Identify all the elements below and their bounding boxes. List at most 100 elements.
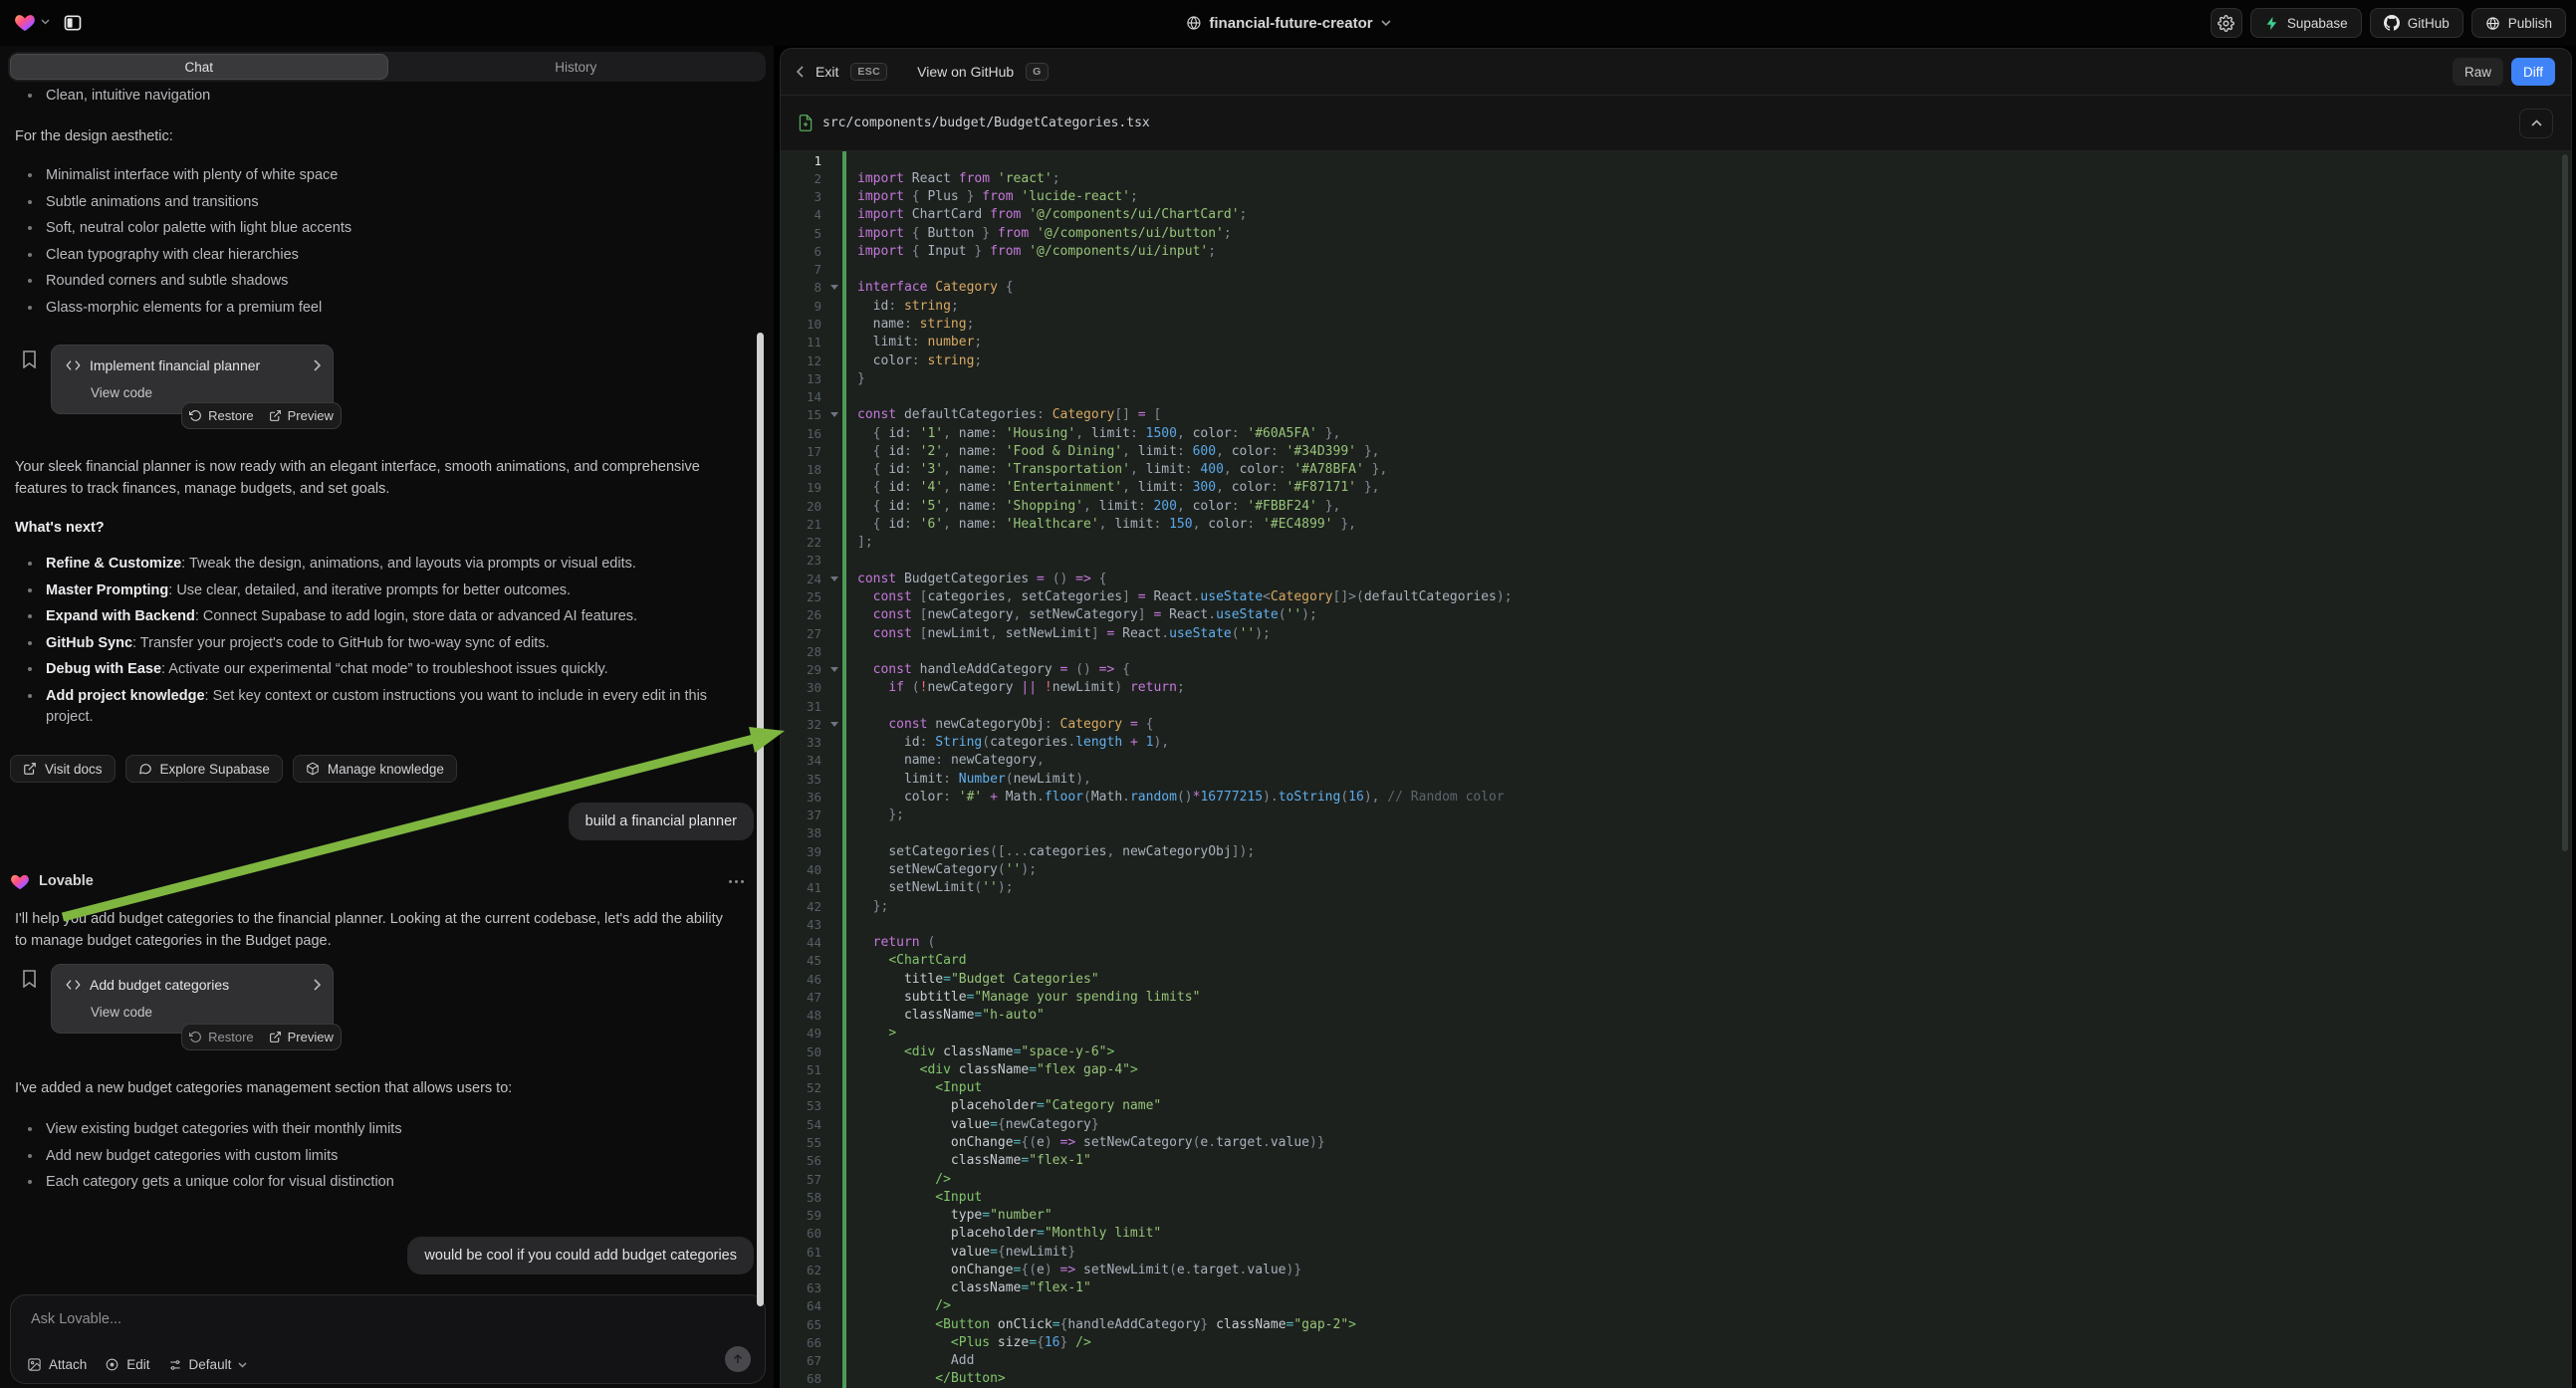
line-number: 60: [781, 1226, 826, 1241]
line-number: 42: [781, 899, 826, 914]
lovable-logo-menu[interactable]: [14, 12, 50, 32]
line-number: 3: [781, 189, 826, 204]
fold-chevron-icon[interactable]: [826, 412, 842, 417]
line-number: 68: [781, 1371, 826, 1386]
line-number: 20: [781, 499, 826, 514]
list-item: Debug with Ease: Activate our experiment…: [28, 659, 725, 681]
assistant-name: Lovable: [39, 873, 94, 889]
line-number: 9: [781, 299, 826, 314]
list-item-text: : Activate our experimental “chat mode” …: [161, 661, 608, 677]
raw-toggle-button[interactable]: Raw: [2453, 58, 2503, 86]
more-options-icon[interactable]: [729, 880, 754, 883]
code-line: 45 <ChartCard: [781, 952, 2571, 970]
code-scrollbar-thumb[interactable]: [2562, 154, 2568, 851]
view-on-github-button[interactable]: View on GitHub: [917, 64, 1014, 80]
target-icon: [105, 1357, 119, 1372]
line-number: 36: [781, 790, 826, 805]
line-number: 57: [781, 1172, 826, 1187]
explore-supabase-button[interactable]: Explore Supabase: [125, 755, 283, 783]
manage-knowledge-button[interactable]: Manage knowledge: [293, 755, 457, 783]
code-text: <div className="space-y-6">: [846, 1044, 1114, 1059]
attach-button[interactable]: Attach: [27, 1357, 87, 1372]
chat-input-box[interactable]: Ask Lovable... Attach Edit Default: [10, 1294, 766, 1384]
list-item: Rounded corners and subtle shadows: [28, 271, 745, 293]
arrow-up-icon: [732, 1353, 744, 1365]
code-text: import ChartCard from '@/components/ui/C…: [846, 207, 1247, 222]
code-text: if (!newCategory || !newLimit) return;: [846, 680, 1185, 695]
code-text: }: [846, 371, 865, 386]
fold-chevron-icon[interactable]: [826, 667, 842, 672]
line-number: 55: [781, 1135, 826, 1150]
line-number: 22: [781, 535, 826, 550]
code-line: 56 className="flex-1": [781, 1152, 2571, 1170]
restore-button[interactable]: Restore: [189, 1030, 254, 1044]
line-number: 64: [781, 1298, 826, 1313]
line-number: 51: [781, 1062, 826, 1077]
tab-history[interactable]: History: [388, 54, 765, 80]
bookmark-icon[interactable]: [22, 350, 37, 368]
fold-chevron-icon[interactable]: [826, 285, 842, 290]
github-button[interactable]: GitHub: [2370, 8, 2463, 38]
line-number: 24: [781, 572, 826, 586]
list-item: Add new budget categories with custom li…: [28, 1146, 745, 1168]
exit-button[interactable]: Exit: [816, 64, 838, 80]
collapse-file-button[interactable]: [2519, 109, 2553, 138]
code-line: 24const BudgetCategories = () => {: [781, 570, 2571, 587]
code-text: setNewCategory('');: [846, 862, 1037, 877]
bullet-dot: [28, 588, 32, 592]
tab-chat[interactable]: Chat: [10, 54, 388, 80]
code-icon: [66, 979, 81, 991]
code-text: };: [846, 899, 888, 914]
publish-label: Publish: [2508, 16, 2552, 31]
code-text: >: [846, 1026, 896, 1041]
lovable-heart-icon: [10, 872, 30, 890]
bookmark-icon[interactable]: [22, 970, 37, 988]
code-text: limit: number;: [846, 335, 982, 349]
chat-scrollbar-thumb[interactable]: [757, 333, 764, 1306]
list-item: Master Prompting: Use clear, detailed, a…: [28, 580, 725, 602]
supabase-button[interactable]: Supabase: [2250, 8, 2362, 38]
view-code-link[interactable]: View code: [91, 1005, 152, 1020]
bullet-text: Subtle animations and transitions: [46, 192, 259, 214]
fold-chevron-icon[interactable]: [826, 722, 842, 727]
restore-button[interactable]: Restore: [189, 408, 254, 423]
code-line: 53 placeholder="Category name": [781, 1097, 2571, 1115]
view-code-link[interactable]: View code: [91, 385, 152, 400]
supabase-icon: [2264, 16, 2279, 31]
bullet-dot: [28, 200, 32, 204]
line-number: 67: [781, 1353, 826, 1368]
line-number: 31: [781, 699, 826, 714]
line-number: 44: [781, 935, 826, 950]
visit-docs-button[interactable]: Visit docs: [10, 755, 116, 783]
file-header[interactable]: src/components/budget/BudgetCategories.t…: [781, 95, 2571, 151]
bullet-dot: [28, 94, 32, 98]
publish-button[interactable]: Publish: [2471, 8, 2566, 38]
send-button[interactable]: [725, 1346, 751, 1372]
settings-button[interactable]: [2211, 8, 2242, 38]
line-number: 2: [781, 171, 826, 186]
line-number: 59: [781, 1208, 826, 1223]
list-item: Clean, intuitive navigation: [28, 86, 745, 108]
code-line: 57 />: [781, 1170, 2571, 1188]
fold-chevron-icon[interactable]: [826, 577, 842, 581]
diff-added-marker: [842, 261, 846, 279]
bullet-text: Minimalist interface with plenty of whit…: [46, 165, 338, 187]
code-line: 32 const newCategoryObj: Category = {: [781, 715, 2571, 733]
line-number: 7: [781, 262, 826, 277]
bullet-dot: [28, 1180, 32, 1184]
preview-label: Preview: [288, 408, 334, 423]
line-number: 10: [781, 317, 826, 332]
preview-button[interactable]: Preview: [269, 408, 334, 423]
sidebar-toggle-button[interactable]: [58, 8, 88, 38]
edit-button[interactable]: Edit: [105, 1357, 149, 1372]
code-text: placeholder="Category name": [846, 1098, 1161, 1113]
diff-toggle-button[interactable]: Diff: [2511, 58, 2555, 86]
code-text: { id: '5', name: 'Shopping', limit: 200,…: [846, 499, 1340, 514]
project-switcher[interactable]: financial-future-creator: [1185, 0, 1390, 46]
code-text: className="flex-1": [846, 1280, 1091, 1295]
preview-button[interactable]: Preview: [269, 1030, 334, 1044]
code-line: 23: [781, 552, 2571, 570]
mode-select[interactable]: Default: [168, 1357, 248, 1372]
code-line: 29 const handleAddCategory = () => {: [781, 660, 2571, 678]
code-editor[interactable]: 12import React from 'react';3import { Pl…: [781, 151, 2571, 1388]
